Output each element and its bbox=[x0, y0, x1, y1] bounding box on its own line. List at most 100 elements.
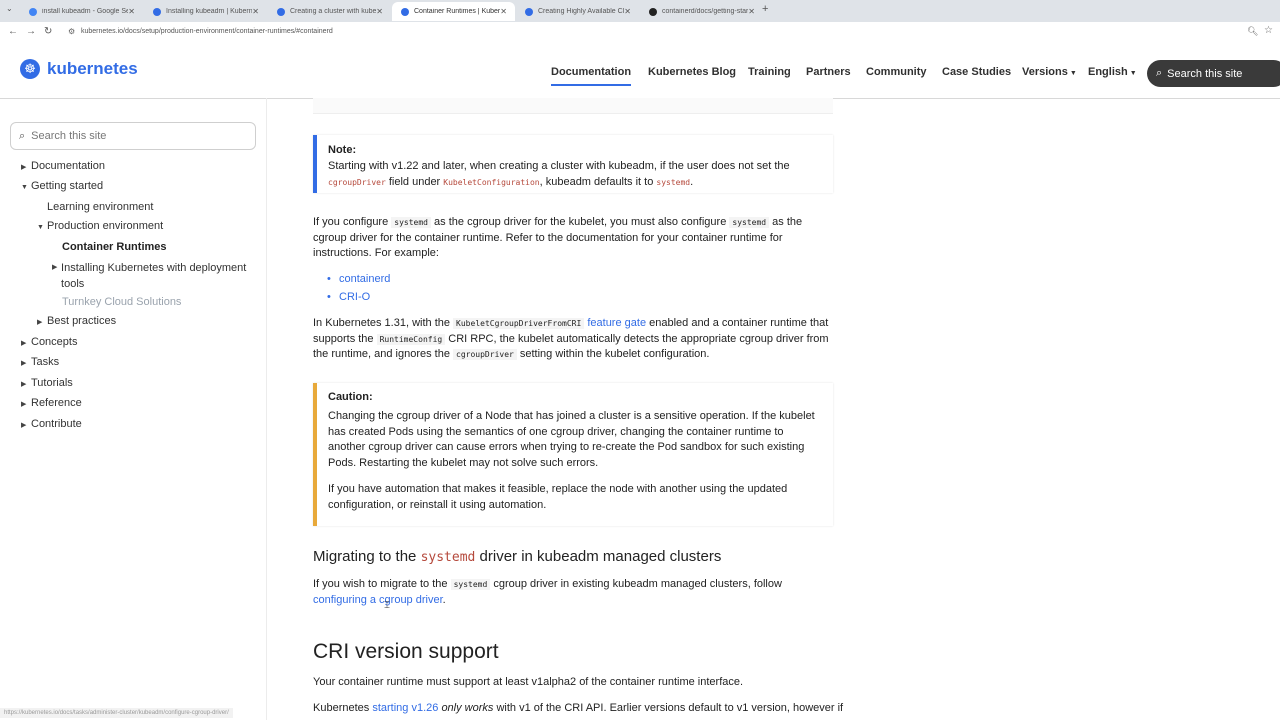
sidebar-item-label: Installing Kubernetes with deployment to… bbox=[61, 262, 247, 290]
sidebar-item-documentation[interactable]: ▶ Documentation bbox=[21, 160, 105, 172]
sidebar-item-label: Production environment bbox=[47, 220, 164, 232]
browser-tab-1[interactable]: install kubeadm - Google Search✕ bbox=[20, 2, 143, 21]
code-kubeletconfiguration: KubeletConfiguration bbox=[443, 177, 540, 187]
code-cgroupdriver: cgroupDriver bbox=[328, 177, 386, 187]
note-text-4: . bbox=[690, 175, 694, 188]
tab-favicon-icon bbox=[277, 7, 285, 16]
sidebar-item-learning-environment[interactable]: ▶Learning environment bbox=[37, 201, 153, 213]
sidebar-item-contribute[interactable]: ▶ Contribute bbox=[21, 418, 82, 430]
tab-title: install kubeadm - Google Search bbox=[42, 8, 129, 15]
code-systemd: systemd bbox=[450, 579, 491, 590]
sidebar-item-label: Tasks bbox=[31, 356, 60, 368]
link-cri-o-text[interactable]: CRI-O bbox=[339, 291, 370, 303]
url-field[interactable]: kubernetes.io/docs/setup/production-envi… bbox=[81, 28, 333, 35]
sidebar-item-best-practices[interactable]: ▶ Best practices bbox=[37, 315, 116, 327]
tab-favicon-icon bbox=[401, 7, 409, 16]
browser-tab-3[interactable]: Creating a cluster with kubeadm✕ bbox=[268, 2, 391, 21]
chevron-right-icon[interactable]: ▶ bbox=[21, 163, 31, 171]
chevron-right-icon[interactable]: ▶ bbox=[21, 421, 31, 429]
browser-tab-strip: ⌄ install kubeadm - Google Search✕Instal… bbox=[0, 0, 1280, 22]
browser-tab-5[interactable]: Creating Highly Available Clusters✕ bbox=[516, 2, 639, 21]
chevron-right-icon[interactable]: ▶ bbox=[21, 380, 31, 388]
nav-training[interactable]: Training bbox=[748, 66, 791, 78]
link-containerd[interactable]: containerd bbox=[327, 273, 390, 285]
tab-close-icon[interactable]: ✕ bbox=[748, 7, 755, 16]
chevron-down-icon[interactable]: ▼ bbox=[37, 224, 47, 231]
sidebar-item-installing-kubernetes-with-deployment-tools[interactable]: ▶ Installing Kubernetes with deployment t… bbox=[52, 260, 252, 292]
code-cgroupdriver: cgroupDriver bbox=[453, 349, 517, 360]
browser-tab-6[interactable]: containerd/docs/getting-started✕ bbox=[640, 2, 763, 21]
nav-documentation[interactable]: Documentation bbox=[551, 66, 632, 86]
nav-label: Kubernetes Blog bbox=[648, 66, 737, 78]
sidebar-item-label: Learning environment bbox=[47, 201, 154, 213]
tab-favicon-icon bbox=[29, 7, 37, 16]
link-containerd-text[interactable]: containerd bbox=[339, 273, 390, 285]
sidebar-item-turnkey-cloud-solutions[interactable]: ▶Turnkey Cloud Solutions bbox=[52, 296, 181, 308]
nav-english[interactable]: English ▼ bbox=[1088, 66, 1137, 78]
tab-title: Creating Highly Available Clusters bbox=[538, 8, 625, 15]
kubernetes-logo[interactable]: ☸ kubernetes bbox=[20, 59, 138, 79]
link-starting-v126[interactable]: starting v1.26 bbox=[372, 702, 438, 714]
link-feature-gate[interactable]: feature gate bbox=[587, 317, 646, 329]
nav-versions[interactable]: Versions ▼ bbox=[1022, 66, 1077, 78]
sidebar-item-label: Getting started bbox=[31, 180, 104, 192]
sidebar-search-input[interactable]: ⌕ Search this site bbox=[10, 122, 256, 150]
chevron-right-icon[interactable]: ▶ bbox=[37, 318, 47, 326]
nav-label: Community bbox=[866, 66, 927, 78]
new-tab-button[interactable]: + bbox=[762, 3, 768, 15]
browser-tab-4[interactable]: Container Runtimes | Kubernetes✕ bbox=[392, 2, 515, 21]
sidebar-item-getting-started[interactable]: ▼ Getting started bbox=[21, 180, 103, 192]
tab-title: Installing kubeadm | Kubernetes bbox=[166, 8, 253, 15]
chevron-right-icon[interactable]: ▶ bbox=[21, 400, 31, 408]
p2-text-1: In Kubernetes 1.31, with the bbox=[313, 317, 454, 329]
nav-partners[interactable]: Partners bbox=[806, 66, 851, 78]
logo-text: kubernetes bbox=[47, 59, 138, 78]
back-arrow-icon[interactable]: ← bbox=[8, 26, 18, 37]
tab-favicon-icon bbox=[649, 7, 657, 16]
paragraph-cri-autodetect: In Kubernetes 1.31, with the KubeletCgro… bbox=[313, 316, 833, 363]
sidebar-item-reference[interactable]: ▶ Reference bbox=[21, 397, 82, 409]
nav-label: Training bbox=[748, 66, 791, 78]
sidebar-item-tutorials[interactable]: ▶ Tutorials bbox=[21, 377, 73, 389]
chevron-right-icon[interactable]: ▶ bbox=[52, 260, 61, 292]
tab-close-icon[interactable]: ✕ bbox=[376, 7, 383, 16]
code-runtimeconfig: RuntimeConfig bbox=[376, 333, 446, 345]
note-callout: Note: Starting with v1.22 and later, whe… bbox=[313, 135, 833, 193]
caution-text-1: Changing the cgroup driver of a Node tha… bbox=[328, 410, 815, 469]
chevron-right-icon[interactable]: ▶ bbox=[21, 359, 31, 367]
browser-tab-2[interactable]: Installing kubeadm | Kubernetes✕ bbox=[144, 2, 267, 21]
chevron-right-icon[interactable]: ▶ bbox=[21, 339, 31, 347]
reload-icon[interactable]: ↻ bbox=[44, 26, 52, 37]
p1-text-2: as the cgroup driver for the kubelet, yo… bbox=[431, 216, 730, 228]
search-icon: ⌕ bbox=[1156, 67, 1163, 79]
nav-case-studies[interactable]: Case Studies bbox=[942, 66, 1011, 78]
forward-arrow-icon[interactable]: → bbox=[26, 26, 36, 37]
sidebar-item-label: Documentation bbox=[31, 160, 105, 172]
bookmark-star-icon[interactable]: ☆ bbox=[1264, 25, 1273, 36]
sidebar-item-production-environment[interactable]: ▼ Production environment bbox=[37, 220, 163, 232]
site-info-icon[interactable]: ⚙ bbox=[68, 27, 75, 36]
header-search-input[interactable]: ⌕ Search this site bbox=[1147, 60, 1280, 87]
nav-community[interactable]: Community bbox=[866, 66, 927, 78]
zoom-icon[interactable]: 🔍︎ bbox=[1247, 26, 1258, 37]
link-configuring-cgroup-driver[interactable]: configuring a cgroup driver bbox=[313, 594, 443, 606]
tab-close-icon[interactable]: ✕ bbox=[252, 7, 259, 16]
sidebar-item-concepts[interactable]: ▶ Concepts bbox=[21, 336, 77, 348]
note-bar bbox=[313, 135, 317, 193]
tab-favicon-icon bbox=[153, 7, 161, 16]
tab-close-icon[interactable]: ✕ bbox=[624, 7, 631, 16]
tab-close-icon[interactable]: ✕ bbox=[500, 7, 507, 16]
link-cri-o[interactable]: CRI-O bbox=[327, 291, 370, 303]
tab-search-icon[interactable]: ⌄ bbox=[6, 4, 13, 13]
sidebar-item-tasks[interactable]: ▶ Tasks bbox=[21, 356, 59, 368]
sidebar-item-label: Best practices bbox=[47, 315, 117, 327]
heading-migrate-post: driver in kubeadm managed clusters bbox=[475, 548, 722, 565]
status-bar-url: https://kubernetes.io/docs/tasks/adminis… bbox=[0, 708, 233, 718]
cri-emphasis: only works bbox=[441, 702, 494, 714]
tab-close-icon[interactable]: ✕ bbox=[128, 7, 135, 16]
sidebar-item-container-runtimes[interactable]: ▶Container Runtimes bbox=[52, 241, 167, 253]
paragraph-cri-v1: Kubernetes starting v1.26 only works wit… bbox=[313, 701, 843, 717]
chevron-down-icon[interactable]: ▼ bbox=[21, 184, 31, 191]
nav-kubernetes-blog[interactable]: Kubernetes Blog bbox=[648, 66, 736, 78]
heading-migrate-pre: Migrating to the bbox=[313, 548, 421, 565]
